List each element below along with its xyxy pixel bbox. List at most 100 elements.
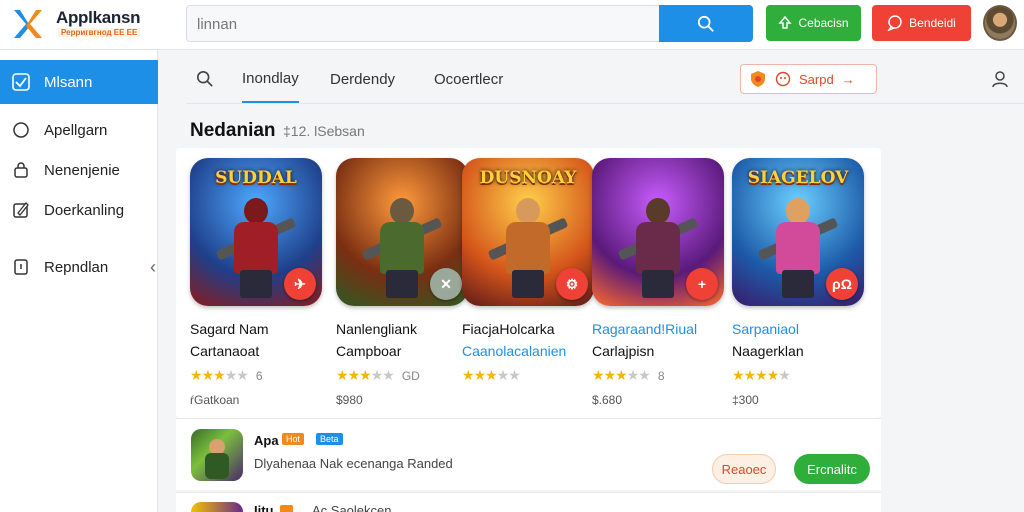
- green-action-button[interactable]: Cebacisn: [766, 5, 861, 41]
- app-card[interactable]: DUSNOAY ⚙ FiacjaHolcarka Caanolacalanien ★★★…: [462, 158, 594, 393]
- sidebar-item-reports[interactable]: Repndlan ‹: [0, 245, 158, 289]
- app-price: $980: [336, 393, 363, 407]
- app-name-line2: Campboar: [336, 343, 402, 359]
- sidebar-item-apps[interactable]: Apellgarn: [0, 108, 158, 152]
- artwork-title: DUSNOAY: [479, 168, 577, 188]
- app-artwork[interactable]: SIAGELOV ρΩ: [732, 158, 864, 306]
- star-icon: ★: [755, 367, 768, 383]
- hot-badge: Hot: [282, 433, 305, 445]
- star-icon: ★: [236, 367, 249, 383]
- tab-label: Ocoertlecr: [434, 71, 504, 88]
- star-rating: ★★★★★: [732, 367, 864, 385]
- character-illustration: [215, 198, 297, 298]
- tab-trending[interactable]: Inondlay: [242, 56, 299, 103]
- list-item-title: Iitu: [254, 503, 274, 512]
- action-badge-icon[interactable]: ⚙: [556, 268, 588, 300]
- star-icon: ★: [603, 367, 617, 383]
- star-rating: ★★★★★: [462, 367, 594, 385]
- green-action-label: Cebacisn: [798, 16, 849, 30]
- preview-button[interactable]: Reaoec: [712, 454, 776, 484]
- app-card[interactable]: + Ragaraand!Riual Carlajpisn ★★★★★ 8 $.680: [592, 158, 724, 407]
- app-card[interactable]: SIAGELOV ρΩ Sarpaniaol Naagerklan ★★★★★ ‡300: [732, 158, 864, 407]
- app-name-line1: Sagard Nam: [190, 321, 269, 337]
- list-item-description: Dlyahenaa Nak ecenanga Randed: [254, 456, 453, 471]
- hot-badge: [280, 505, 294, 512]
- star-icon: ★: [370, 367, 384, 383]
- star-icon: ★: [382, 367, 395, 383]
- app-name: Nanlengliank Campboar: [336, 318, 468, 362]
- sidebar-item-label: Repndlan: [44, 258, 109, 276]
- action-badge-icon[interactable]: ρΩ: [826, 268, 858, 300]
- action-badge-icon[interactable]: ✈: [284, 268, 316, 300]
- list-item[interactable]: Apa Hot Beta Dlyahenaa Nak ecenanga Rand…: [176, 418, 881, 490]
- brand-name: Applkansn: [56, 8, 141, 27]
- red-action-label: Bendeidi: [909, 16, 956, 30]
- app-name-line2: Carlajpisn: [592, 343, 655, 359]
- sidebar-item-label: Mlsann: [44, 73, 93, 91]
- app-logo[interactable]: [8, 4, 48, 44]
- app-name-line1: FiacjaHolcarka: [462, 321, 555, 337]
- app-artwork[interactable]: DUSNOAY ⚙: [462, 158, 594, 306]
- sidebar-item-downloads[interactable]: Doerkanling: [0, 188, 158, 232]
- star-icon: ★: [485, 367, 498, 383]
- install-button[interactable]: Ercnalitc: [794, 454, 870, 484]
- star-rating: ★★★★★ 6: [190, 367, 322, 385]
- tab-discover[interactable]: Ocoertlecr: [434, 56, 503, 103]
- chevron-left-icon[interactable]: ‹: [150, 257, 156, 278]
- app-name: Ragaraand!Riual Carlajpisn: [592, 318, 724, 362]
- beta-badge: Beta: [316, 433, 343, 445]
- star-icon: ★: [336, 367, 349, 383]
- star-icon: ★: [462, 367, 475, 383]
- sidebar-item-management[interactable]: Nenenjenie: [0, 148, 158, 192]
- search-icon[interactable]: [196, 70, 214, 88]
- user-icon[interactable]: [991, 70, 1009, 88]
- sidebar-item-home[interactable]: Mlsann: [0, 60, 158, 104]
- star-icon: ★: [496, 367, 510, 383]
- app-card[interactable]: ✕ Nanlengliank Campboar ★★★★★ GD $980: [336, 158, 468, 407]
- app-name-line2: Cartanaoat: [190, 343, 260, 359]
- app-name-line2: Naagerklan: [732, 343, 804, 359]
- action-badge-icon[interactable]: ✕: [430, 268, 462, 300]
- star-icon: ★: [508, 367, 521, 383]
- action-badge-icon[interactable]: +: [686, 268, 718, 300]
- promo-button[interactable]: Sarpd →: [740, 64, 877, 94]
- search-icon: [697, 15, 714, 32]
- app-artwork[interactable]: SUDDAL ✈: [190, 158, 322, 306]
- circle-icon: [12, 121, 30, 139]
- app-artwork[interactable]: ✕: [336, 158, 468, 306]
- search-button[interactable]: [659, 5, 753, 42]
- artwork-title: SUDDAL: [215, 168, 297, 188]
- face-icon: [775, 71, 791, 87]
- sidebar-item-label: Apellgarn: [44, 121, 108, 139]
- app-artwork[interactable]: +: [592, 158, 724, 306]
- star-icon: ★: [778, 367, 791, 383]
- arrow-right-icon: →: [841, 71, 855, 87]
- app-name-line1: Nanlengliank: [336, 321, 417, 337]
- tab-category[interactable]: Derdendy: [330, 56, 395, 103]
- upload-icon: [778, 16, 793, 29]
- app-thumbnail: [191, 429, 243, 481]
- app-card[interactable]: SUDDAL ✈ Sagard Nam Cartanaoat ★★★★★ 6 ŕGatkoa…: [190, 158, 322, 407]
- app-price: ‡300: [732, 393, 759, 407]
- tab-bar: Inondlay Derdendy Ocoertlecr Sarpd →: [186, 56, 1024, 104]
- shield-icon: [751, 71, 765, 87]
- star-icon: ★: [592, 367, 605, 383]
- lock-icon: [12, 161, 30, 179]
- app-name: Sagard Nam Cartanaoat: [190, 318, 322, 362]
- star-icon: ★: [638, 367, 651, 383]
- search-bar: [186, 5, 753, 42]
- app-price: ŕGatkoan: [190, 393, 240, 407]
- star-icon: ★: [473, 367, 487, 383]
- star-icon: ★: [347, 367, 361, 383]
- app-name: Sarpaniaol Naagerklan: [732, 318, 864, 362]
- check-box-icon: [12, 73, 30, 91]
- list-item[interactable]: Iitu Ac Saolekcen: [176, 492, 881, 512]
- app-name: FiacjaHolcarka Caanolacalanien: [462, 318, 594, 362]
- search-input[interactable]: [197, 14, 647, 34]
- red-action-button[interactable]: Bendeidi: [872, 5, 971, 41]
- app-name-line2: Caanolacalanien: [462, 343, 567, 359]
- star-icon: ★: [224, 367, 238, 383]
- user-avatar[interactable]: [983, 5, 1017, 41]
- tab-label: Inondlay: [242, 70, 299, 87]
- edit-icon: [12, 201, 30, 219]
